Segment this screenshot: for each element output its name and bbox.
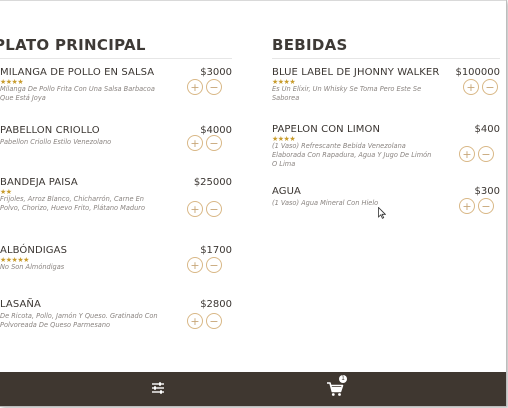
- drinks-title: BEBIDAS: [272, 36, 348, 54]
- item-name: BANDEJA PAISA: [0, 177, 78, 188]
- item-description: (1 Vaso) Refrescante Bebida Venezolana E…: [272, 142, 432, 168]
- add-button[interactable]: +: [187, 201, 203, 217]
- remove-button[interactable]: −: [482, 79, 498, 95]
- menu-item: BLUE LABEL DE JHONNY WALKER $100000 ★★★★…: [272, 67, 500, 124]
- add-button[interactable]: +: [187, 135, 203, 151]
- quantity-controls: + −: [459, 146, 494, 162]
- item-description: Milanga De Pollo Frita Con Una Salsa Bar…: [0, 85, 155, 102]
- add-button[interactable]: +: [459, 146, 475, 162]
- menu-item: LASAÑA $2800 De Ricota, Pollo, Jamón Y Q…: [0, 299, 232, 359]
- mouse-cursor-icon: [378, 207, 386, 219]
- quantity-controls: + −: [187, 79, 222, 95]
- menu-screen: PLATO PRINCIPAL MILANGA DE POLLO EN SALS…: [0, 0, 507, 407]
- remove-button[interactable]: −: [478, 146, 494, 162]
- cart-count-badge: 1: [339, 375, 347, 383]
- menu-item: MILANGA DE POLLO EN SALSA $3000 ★★★★ Mil…: [0, 67, 232, 125]
- item-price: $100000: [455, 67, 500, 78]
- main-dishes-divider: [0, 58, 232, 59]
- remove-button[interactable]: −: [206, 201, 222, 217]
- add-button[interactable]: +: [187, 313, 203, 329]
- item-price: $3000: [200, 67, 232, 78]
- item-name: PABELLON CRIOLLO: [0, 125, 100, 136]
- quantity-controls: + −: [459, 198, 494, 214]
- main-dishes-section: PLATO PRINCIPAL MILANGA DE POLLO EN SALS…: [0, 36, 232, 359]
- item-name: PAPELON CON LIMON: [272, 124, 381, 135]
- item-name: LASAÑA: [0, 299, 41, 310]
- menu-item: BANDEJA PAISA $25000 ★★ Frijoles, Arroz …: [0, 177, 232, 245]
- remove-button[interactable]: −: [206, 313, 222, 329]
- item-name: MILANGA DE POLLO EN SALSA: [0, 67, 155, 78]
- add-button[interactable]: +: [187, 257, 203, 273]
- item-description: De Ricota, Pollo, Jamón Y Queso. Gratina…: [0, 312, 158, 329]
- quantity-controls: + −: [463, 79, 498, 95]
- item-price: $2800: [200, 299, 232, 310]
- item-price: $400: [474, 124, 500, 135]
- quantity-controls: + −: [187, 135, 222, 151]
- quantity-controls: + −: [187, 201, 222, 217]
- drinks-divider: [272, 58, 500, 59]
- main-dishes-title: PLATO PRINCIPAL: [0, 36, 146, 54]
- menu-item: ALBÓNDIGAS $1700 ★★★★★ No Son Almóndigas…: [0, 245, 232, 299]
- item-price: $300: [474, 186, 500, 197]
- item-name: ALBÓNDIGAS: [0, 245, 68, 256]
- top-divider: [0, 0, 506, 1]
- item-name: AGUA: [272, 186, 301, 197]
- item-description: Es Un Elíxir, Un Whisky Se Toma Pero Est…: [272, 85, 422, 102]
- remove-button[interactable]: −: [206, 135, 222, 151]
- menu-item: PABELLON CRIOLLO $4000 Pabellon Criollo …: [0, 125, 232, 177]
- remove-button[interactable]: −: [206, 79, 222, 95]
- bottom-navigation-bar: 1: [0, 372, 506, 406]
- item-description: Pabellon Criollo Estilo Venezolano: [0, 138, 112, 146]
- item-description: Frijoles, Arroz Blanco, Chicharrón, Carn…: [0, 195, 146, 212]
- item-description: No Son Almóndigas: [0, 263, 65, 271]
- sliders-icon[interactable]: [150, 380, 166, 396]
- item-name: BLUE LABEL DE JHONNY WALKER: [272, 67, 440, 78]
- item-description: (1 Vaso) Agua Mineral Con Hielo: [272, 199, 379, 207]
- add-button[interactable]: +: [463, 79, 479, 95]
- remove-button[interactable]: −: [478, 198, 494, 214]
- item-price: $25000: [193, 177, 232, 188]
- quantity-controls: + −: [187, 313, 222, 329]
- remove-button[interactable]: −: [206, 257, 222, 273]
- menu-item: AGUA $300 (1 Vaso) Agua Mineral Con Hiel…: [272, 186, 500, 226]
- add-button[interactable]: +: [187, 79, 203, 95]
- item-price: $1700: [200, 245, 232, 256]
- quantity-controls: + −: [187, 257, 222, 273]
- add-button[interactable]: +: [459, 198, 475, 214]
- menu-item: PAPELON CON LIMON $400 ★★★★ (1 Vaso) Ref…: [272, 124, 500, 186]
- drinks-section: BEBIDAS BLUE LABEL DE JHONNY WALKER $100…: [272, 36, 500, 226]
